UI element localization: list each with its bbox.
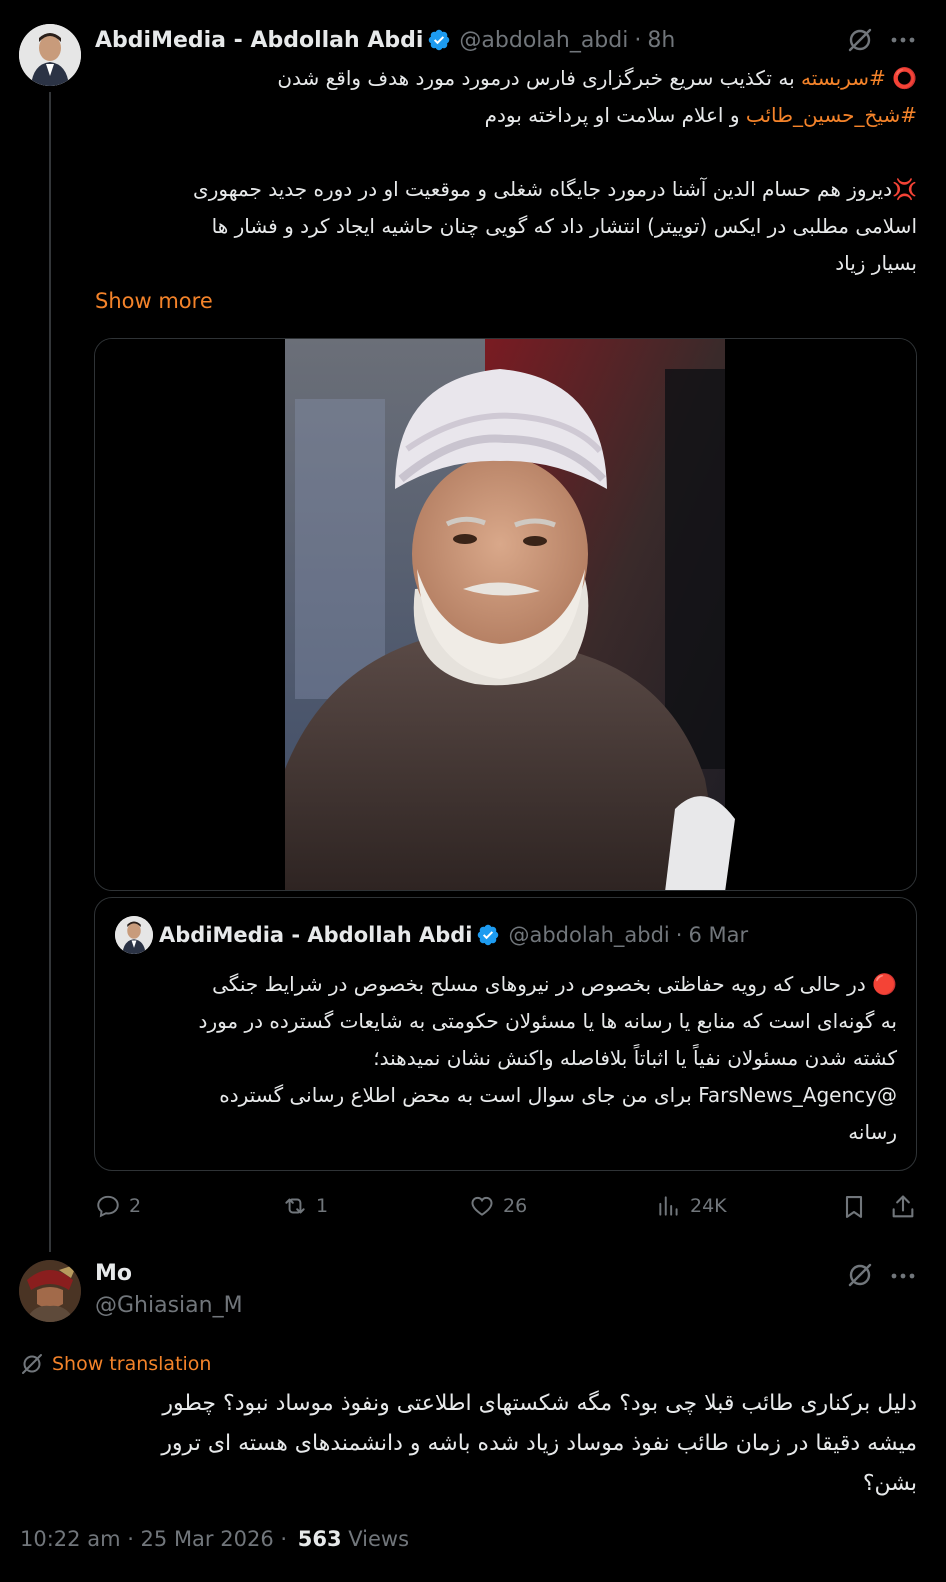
hashtag-link[interactable]: #شیخ_حسین_طائب <box>746 103 917 127</box>
time-separator: · <box>634 27 642 53</box>
repost-button[interactable]: 1 <box>282 1193 328 1219</box>
red-circle-emoji: 🔴 <box>872 972 897 996</box>
reply-text: دلیل برکناری طائب قبلا چی بود؟ مگه شکسته… <box>20 1384 917 1504</box>
reply-author-name[interactable]: Mo <box>95 1261 132 1286</box>
avatar[interactable] <box>19 1260 81 1322</box>
quoted-line: رسانه <box>848 1120 897 1144</box>
quoted-line: کشته شدن مسئولان نفیاً یا اثباتاً بلافاص… <box>373 1046 897 1070</box>
repost-icon <box>285 1198 305 1214</box>
share-icon[interactable] <box>889 1193 917 1221</box>
tweet-header: AbdiMedia - Abdollah Abdi @abdolah_abdi … <box>95 24 675 56</box>
tweet-line: 💢دیروز هم حسام الدین آشنا درمورد جایگاه … <box>95 171 917 208</box>
tweet-line-text: و اعلام سلامت او پرداخته بودم <box>484 103 740 127</box>
mention-link: @FarsNews_Agency <box>698 1083 897 1107</box>
grok-icon[interactable] <box>846 1261 874 1289</box>
ellipsis-icon[interactable] <box>888 1264 918 1288</box>
quoted-time: 6 Mar <box>688 923 749 947</box>
views-number: 563 <box>297 1527 342 1551</box>
reply-button[interactable]: 2 <box>95 1193 141 1219</box>
repost-count: 1 <box>316 1195 329 1217</box>
views-button[interactable]: 24K <box>656 1193 727 1219</box>
verified-badge-icon <box>427 28 451 52</box>
thread-line <box>49 92 51 1252</box>
views-count: 24K <box>690 1195 727 1217</box>
tweet-line: بسیار زیاد <box>835 251 917 275</box>
bookmark-icon[interactable] <box>840 1193 868 1221</box>
quoted-tweet[interactable]: AbdiMedia - Abdollah Abdi @abdolah_abdi … <box>94 897 917 1171</box>
tweet-line-text: دیروز هم حسام الدین آشنا درمورد جایگاه ش… <box>193 177 893 201</box>
tweet-meta: 10:22 am · 25 Mar 2026 · 563 Views <box>20 1527 409 1551</box>
reply-icon <box>97 1195 119 1218</box>
tweet-line: ⭕ #سربسته به تکذیب سریع خبرگزاری فارس در… <box>95 60 917 97</box>
like-button[interactable]: 26 <box>469 1193 527 1219</box>
show-translation-label: Show translation <box>52 1353 212 1375</box>
quoted-line: به گونه‌ای است که منابع یا رسانه ها یا م… <box>198 1009 897 1033</box>
tweet-line-text: به تکذیب سریع خبرگزاری فارس درمورد مورد … <box>277 66 795 90</box>
hashtag-link[interactable]: #سربسته <box>801 66 886 90</box>
reply-count: 2 <box>129 1195 142 1217</box>
tweet-text: ⭕ #سربسته به تکذیب سریع خبرگزاری فارس در… <box>95 60 917 282</box>
tweet-media[interactable] <box>94 338 917 891</box>
translate-icon <box>22 1354 42 1374</box>
show-translation-button[interactable]: Show translation <box>20 1352 211 1376</box>
quoted-line: @FarsNews_Agency برای من جای سوال است به… <box>115 1077 897 1114</box>
avatar[interactable] <box>19 24 81 86</box>
quoted-line: 🔴 در حالی که رویه حفاظتی بخصوص در نیروها… <box>115 966 897 1003</box>
quoted-line-text: در حالی که رویه حفاظتی بخصوص در نیروهای … <box>212 972 866 996</box>
verified-badge-icon <box>476 923 500 947</box>
quoted-text: 🔴 در حالی که رویه حفاظتی بخصوص در نیروها… <box>115 966 897 1151</box>
quoted-handle: @abdolah_abdi <box>508 923 670 947</box>
grok-icon[interactable] <box>846 26 874 54</box>
quoted-header: AbdiMedia - Abdollah Abdi @abdolah_abdi … <box>159 920 748 950</box>
portrait-image <box>95 339 916 890</box>
tweet-line: اسلامی مطلبی در ایکس (توییتر) انتشار داد… <box>211 214 917 238</box>
timestamp[interactable]: 10:22 am · 25 Mar 2026 · <box>20 1527 287 1551</box>
tweet-line: #شیخ_حسین_طائب و اعلام سلامت او پرداخته … <box>95 97 917 134</box>
tweet-emoji-circle: ⭕ <box>892 66 917 90</box>
quoted-line-text: برای من جای سوال است به محض اطلاع رسانی … <box>219 1083 692 1107</box>
author-name[interactable]: AbdiMedia - Abdollah Abdi <box>95 28 423 53</box>
reply-handle[interactable]: @Ghiasian_M <box>95 1293 243 1318</box>
author-handle[interactable]: @abdolah_abdi <box>459 28 628 53</box>
quoted-author-name: AbdiMedia - Abdollah Abdi <box>159 923 473 947</box>
avatar <box>115 916 153 954</box>
views-label: Views <box>348 1527 410 1551</box>
show-more-link[interactable]: Show more <box>95 289 213 313</box>
tweet-time[interactable]: 8h <box>647 28 675 53</box>
analytics-icon <box>659 1196 678 1216</box>
reply-line: بشن؟ <box>862 1471 917 1496</box>
time-separator: · <box>675 923 683 947</box>
reply-line: میشه دقیقا در زمان طائب نفوذ موساد زیاد … <box>161 1431 917 1456</box>
like-count: 26 <box>503 1195 528 1217</box>
tweet-emoji-anger: 💢 <box>892 177 917 201</box>
ellipsis-icon[interactable] <box>888 28 918 52</box>
reply-line: دلیل برکناری طائب قبلا چی بود؟ مگه شکسته… <box>162 1391 917 1416</box>
heart-icon <box>471 1196 493 1216</box>
